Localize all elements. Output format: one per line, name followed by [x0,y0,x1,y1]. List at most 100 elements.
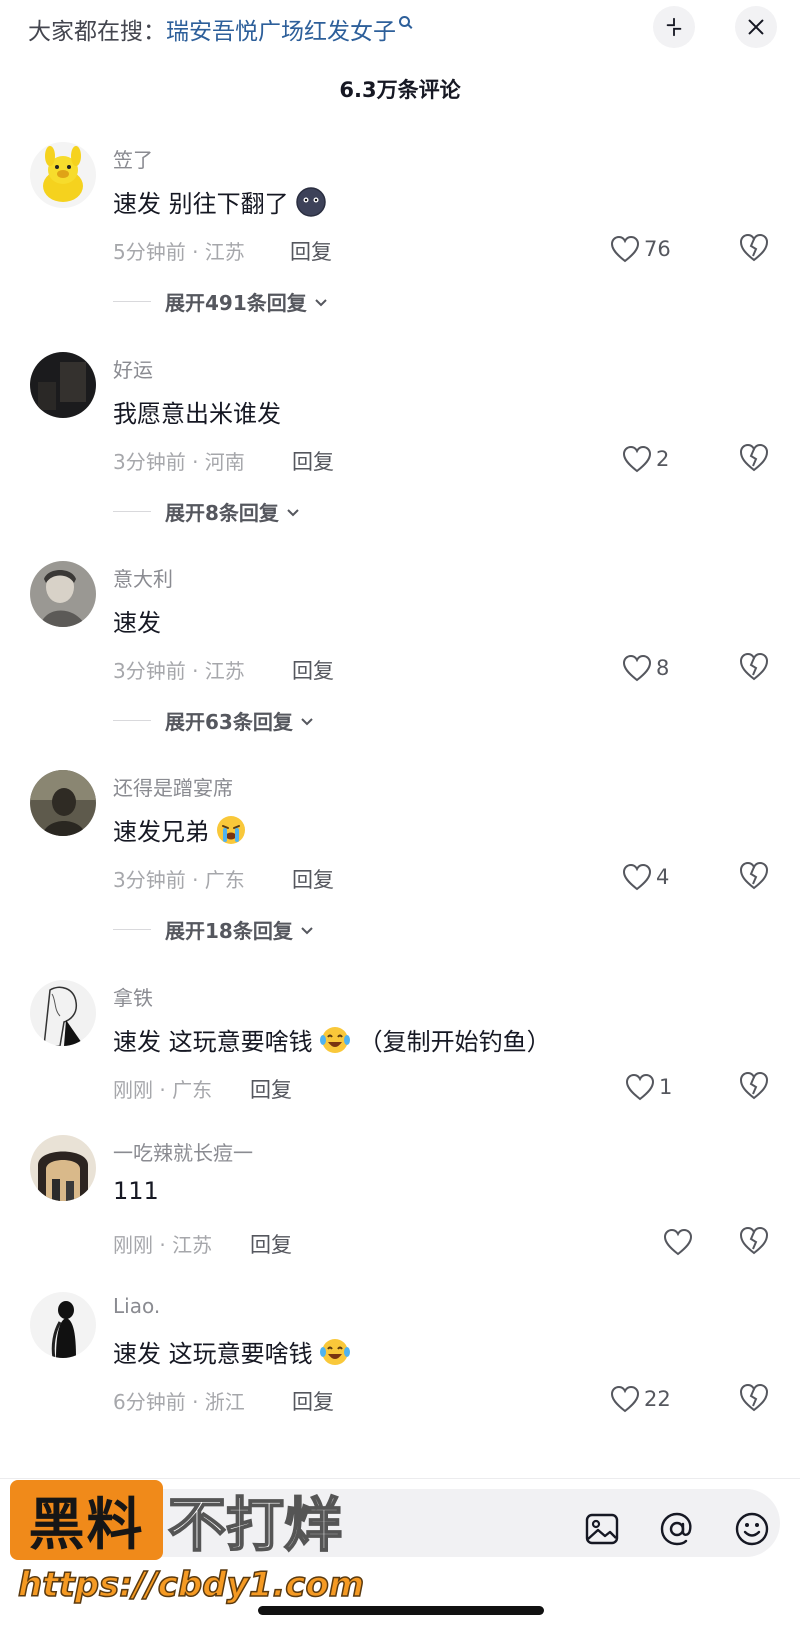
expand-replies[interactable]: 展开63条回复 [113,706,315,735]
reply-button[interactable]: 回复 [292,864,334,894]
expand-replies-label[interactable]: 展开491条回复 [165,287,307,316]
comment-text: 我愿意出米谁发 [113,394,281,429]
comment-text-body: 111 [113,1177,159,1205]
avatar[interactable] [30,142,96,208]
like-count: 1 [659,1075,673,1099]
comment-username[interactable]: 笠了 [113,144,153,173]
dislike-button[interactable] [738,1070,770,1102]
like-count: 8 [656,656,670,680]
reply-button[interactable]: 回复 [292,446,334,476]
comment-text: 速发 这玩意要啥钱 （复制开始钓鱼） [113,1022,551,1057]
like-button[interactable] [663,1225,697,1259]
dislike-button[interactable] [738,651,770,683]
comment-text: 速发 [113,603,161,638]
loudly-crying-emoji-icon [215,814,247,846]
comment-username[interactable]: 拿铁 [113,982,153,1011]
expand-replies-label[interactable]: 展开8条回复 [165,497,279,526]
collapse-icon [666,17,682,37]
tears-of-joy-emoji-icon [319,1024,351,1056]
comment-text-body: 速发 这玩意要啥钱 [113,1340,313,1368]
comment-text: 速发 别往下翻了 [113,184,327,219]
dislike-button[interactable] [738,1225,770,1257]
expand-replies[interactable]: 展开8条回复 [113,497,301,526]
watermark-logo: 黑料 [10,1480,163,1560]
comment-text-body: 速发 别往下翻了 [113,190,289,218]
comment-text: 111 [113,1177,159,1205]
chevron-down-icon [301,926,313,934]
comment-time-location: 6分钟前 · 浙江 [113,1390,245,1414]
close-button[interactable] [735,6,777,48]
comment-text-body: 速发兄弟 [113,818,209,846]
avatar[interactable] [30,1292,96,1358]
comment-username[interactable]: 一吃辣就长痘一 [113,1137,253,1166]
expand-replies-label[interactable]: 展开63条回复 [165,706,293,735]
heart-icon [622,654,652,682]
avatar[interactable] [30,561,96,627]
dislike-button[interactable] [738,232,770,264]
broken-heart-icon [739,861,769,890]
comment-text: 速发 这玩意要啥钱 [113,1334,351,1369]
broken-heart-icon [739,443,769,472]
watermark-url: https://cbdy1.com [17,1564,365,1606]
like-button[interactable]: 76 [610,232,671,266]
comment-time-location: 3分钟前 · 广东 [113,868,245,892]
watermark-slogan: 不打烊 [167,1490,343,1560]
expand-divider [113,929,151,930]
search-hint-term[interactable]: 瑞安吾悦广场红发女子 [166,19,396,45]
comment-count-title: 6.3万条评论 [339,78,461,102]
like-button[interactable]: 22 [610,1382,671,1416]
expand-divider [113,720,151,721]
like-button[interactable]: 8 [622,651,669,685]
avatar[interactable] [30,1135,96,1201]
heart-icon [625,1073,655,1101]
expand-replies[interactable]: 展开491条回复 [113,287,329,316]
search-icon [399,16,410,27]
comment-username[interactable]: 意大利 [113,563,173,592]
tears-of-joy-emoji-icon [319,1336,351,1368]
like-button[interactable]: 2 [622,442,669,476]
reply-button[interactable]: 回复 [290,236,332,266]
home-indicator[interactable] [258,1606,544,1615]
reply-button[interactable]: 回复 [292,1386,334,1416]
broken-heart-icon [739,652,769,681]
smile-icon [735,1512,769,1546]
image-picker-button[interactable] [582,1509,622,1549]
comment-username[interactable]: 好运 [113,354,153,383]
reply-button[interactable]: 回复 [250,1074,292,1104]
avatar[interactable] [30,980,96,1046]
comment-text-body: 我愿意出米谁发 [113,400,281,428]
reply-button[interactable]: 回复 [292,655,334,685]
chevron-down-icon [301,717,313,725]
like-button[interactable]: 1 [625,1070,672,1104]
comment-text-suffix: （复制开始钓鱼） [358,1028,551,1056]
comment-time-location: 3分钟前 · 江苏 [113,659,245,683]
collapse-button[interactable] [653,6,695,48]
avatar[interactable] [30,770,96,836]
avatar[interactable] [30,352,96,418]
like-count: 76 [644,237,671,261]
heart-icon [610,235,640,263]
like-button[interactable]: 4 [622,860,669,894]
close-icon [748,19,764,35]
dislike-button[interactable] [738,860,770,892]
like-count: 4 [656,865,670,889]
comment-time-location: 刚刚 · 广东 [113,1078,213,1102]
mention-button[interactable] [657,1509,697,1549]
like-count: 22 [644,1387,671,1411]
comment-text: 速发兄弟 [113,812,247,847]
comment-username[interactable]: 还得是蹭宴席 [113,772,233,801]
comment-username[interactable]: Liao. [113,1294,160,1318]
reply-button[interactable]: 回复 [250,1229,292,1259]
expand-divider [113,511,151,512]
expand-replies-label[interactable]: 展开18条回复 [165,915,293,944]
comment-time-location: 5分钟前 · 江苏 [113,240,245,264]
dislike-button[interactable] [738,1382,770,1414]
trending-search-hint[interactable]: 大家都在搜：瑞安吾悦广场红发女子 [28,12,410,46]
comment-time-location: 3分钟前 · 河南 [113,450,245,474]
dislike-button[interactable] [738,442,770,474]
search-hint-prefix: 大家都在搜： [28,19,166,45]
expand-replies[interactable]: 展开18条回复 [113,915,315,944]
chevron-down-icon [287,508,299,516]
emoji-picker-button[interactable] [732,1509,772,1549]
expand-divider [113,301,151,302]
